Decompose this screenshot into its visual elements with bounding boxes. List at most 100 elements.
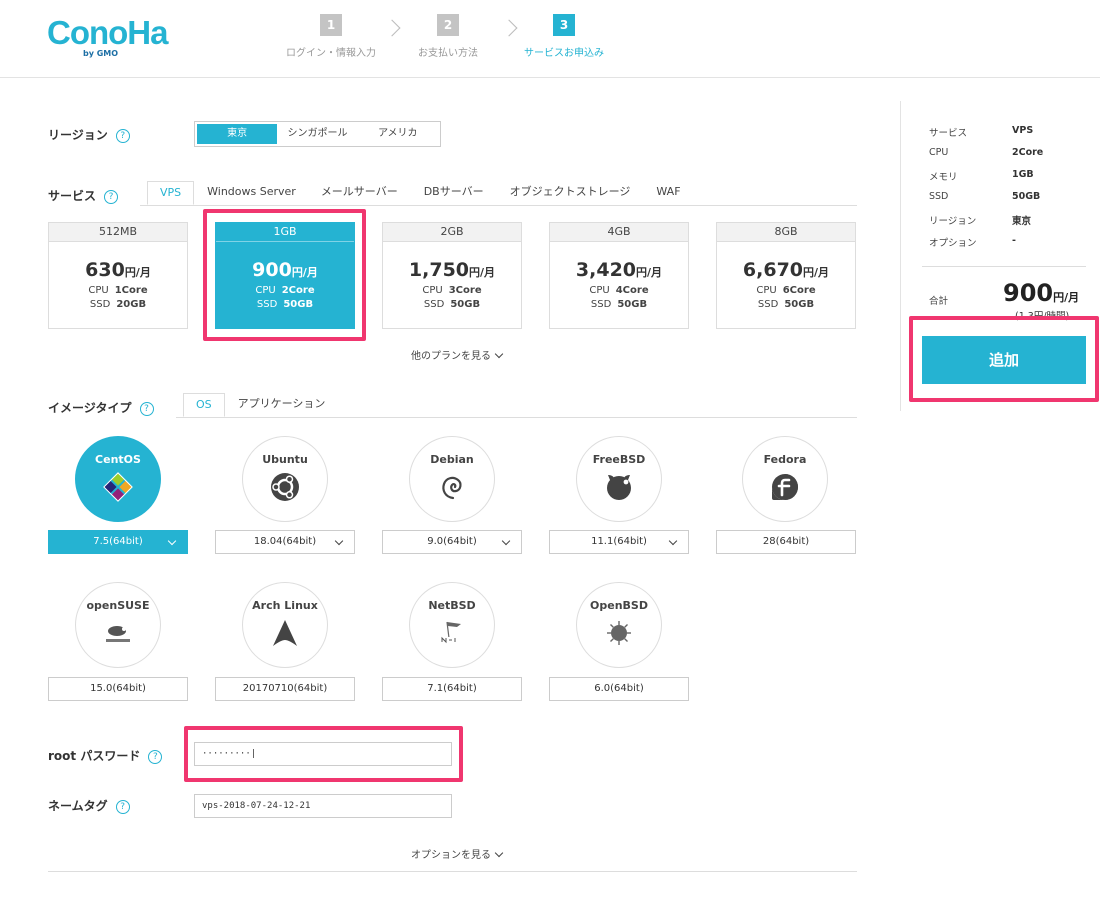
os-freebsd[interactable]: FreeBSD: [576, 436, 662, 522]
image-type-label-text: イメージタイプ: [48, 401, 132, 415]
os-version-opensuse: 15.0(64bit): [48, 677, 188, 701]
conoha-logo[interactable]: ConoHa by GMO: [47, 14, 168, 59]
os-version-openbsd: 6.0(64bit): [549, 677, 689, 701]
divider: [48, 871, 857, 872]
tab-application[interactable]: アプリケーション: [225, 393, 339, 417]
os-version-archlinux: 20170710(64bit): [215, 677, 355, 701]
chevron-right-icon: [383, 19, 401, 37]
name-tag-label: ネームタグ?: [48, 797, 130, 814]
os-version-netbsd: 7.1(64bit): [382, 677, 522, 701]
chevron-down-icon: [334, 536, 344, 546]
help-icon[interactable]: ?: [148, 749, 163, 764]
help-icon[interactable]: ?: [115, 799, 130, 814]
os-name: NetBSD: [428, 599, 476, 612]
help-icon[interactable]: ?: [115, 128, 130, 143]
plan-name: 2GB: [383, 223, 521, 242]
logo-text: ConoHa: [47, 14, 168, 51]
summary-value: -: [1012, 235, 1016, 246]
tab-vps[interactable]: VPS: [147, 181, 195, 205]
tab-os[interactable]: OS: [183, 393, 225, 417]
tab-object-storage[interactable]: オブジェクトストレージ: [497, 181, 644, 205]
centos-icon: [103, 472, 133, 502]
service-label: サービス?: [48, 187, 119, 204]
region-singapore[interactable]: シンガポール: [277, 124, 357, 144]
plan-ssd: SSD 20GB: [89, 299, 147, 310]
plan-ssd: SSD 50GB: [423, 299, 481, 310]
plan-price: 6,670円/月: [742, 259, 830, 281]
plan-price: 900円/月: [252, 259, 318, 281]
fedora-icon: [772, 474, 798, 500]
total-price: 900円/月: [1003, 279, 1080, 307]
plan-cpu: CPU 3Core: [422, 285, 482, 296]
summary-row-memory: メモリ 1GB: [929, 169, 1079, 183]
opensuse-icon: [106, 626, 130, 642]
plan-name: 1GB: [216, 223, 354, 242]
image-type-tabs: OS アプリケーション: [176, 393, 857, 418]
root-password-label: root パスワード?: [48, 747, 163, 764]
os-fedora[interactable]: Fedora: [742, 436, 828, 522]
os-name: FreeBSD: [592, 453, 646, 466]
more-options-link[interactable]: オプションを見る: [411, 846, 504, 861]
summary-row-service: サービス VPS: [929, 125, 1079, 139]
os-version-value: 9.0(64bit): [427, 536, 477, 547]
region-tokyo[interactable]: 東京: [197, 124, 278, 144]
summary-key: CPU: [929, 147, 949, 158]
root-password-input[interactable]: ·········|: [194, 742, 452, 766]
plan-card-2gb[interactable]: 2GB 1,750円/月 CPU 3Core SSD 50GB: [382, 222, 522, 329]
os-openbsd[interactable]: OpenBSD: [576, 582, 662, 668]
plan-card-512mb[interactable]: 512MB 630円/月 CPU 1Core SSD 20GB: [48, 222, 188, 329]
service-tabs: VPS Windows Server メールサーバー DBサーバー オブジェクト…: [140, 181, 857, 206]
os-version-value: 11.1(64bit): [591, 536, 647, 547]
plan-name: 8GB: [717, 223, 855, 242]
os-archlinux[interactable]: Arch Linux: [242, 582, 328, 668]
plan-ssd: SSD 50GB: [757, 299, 815, 310]
plan-ssd: SSD 50GB: [256, 299, 314, 310]
summary-key: メモリ: [929, 172, 958, 183]
service-label-text: サービス: [48, 189, 97, 203]
region-america[interactable]: アメリカ: [358, 124, 438, 144]
os-debian[interactable]: Debian: [409, 436, 495, 522]
tab-windows-server[interactable]: Windows Server: [194, 181, 308, 205]
plan-name: 512MB: [49, 223, 187, 242]
name-tag-input[interactable]: vps-2018-07-24-12-21: [194, 794, 452, 818]
os-version-value: 6.0(64bit): [594, 683, 644, 694]
logo-sub: by GMO: [83, 49, 119, 58]
os-version-select-ubuntu[interactable]: 18.04(64bit): [215, 530, 355, 554]
os-version-select-freebsd[interactable]: 11.1(64bit): [549, 530, 689, 554]
os-ubuntu[interactable]: Ubuntu: [242, 436, 328, 522]
os-version-select-debian[interactable]: 9.0(64bit): [382, 530, 522, 554]
plan-card-1gb[interactable]: 1GB 900円/月 CPU 2Core SSD 50GB: [215, 222, 355, 329]
plan-price: 1,750円/月: [408, 259, 496, 281]
os-centos[interactable]: CentOS: [75, 436, 161, 522]
os-name: openSUSE: [86, 599, 150, 612]
os-version-value: 7.5(64bit): [93, 536, 143, 547]
os-version-select-centos[interactable]: 7.5(64bit): [48, 530, 188, 554]
add-button[interactable]: 追加: [922, 336, 1086, 384]
os-name: Arch Linux: [252, 599, 318, 612]
step-label: お支払い方法: [418, 48, 478, 59]
summary-value: 2Core: [1012, 147, 1044, 158]
os-version-fedora: 28(64bit): [716, 530, 856, 554]
summary-key: SSD: [929, 191, 949, 202]
summary-key: オプション: [929, 238, 977, 249]
plan-card-8gb[interactable]: 8GB 6,670円/月 CPU 6Core SSD 50GB: [716, 222, 856, 329]
tab-mail-server[interactable]: メールサーバー: [308, 181, 411, 205]
plan-card-4gb[interactable]: 4GB 3,420円/月 CPU 4Core SSD 50GB: [549, 222, 689, 329]
tab-waf[interactable]: WAF: [643, 181, 693, 205]
os-name: Debian: [430, 453, 474, 466]
name-tag-label-text: ネームタグ: [48, 799, 108, 813]
tab-db-server[interactable]: DBサーバー: [411, 181, 497, 205]
help-icon[interactable]: ?: [139, 401, 154, 416]
step-3: 3 サービスお申込み: [513, 14, 615, 59]
os-netbsd[interactable]: NetBSD: [409, 582, 495, 668]
more-plans-link[interactable]: 他のプランを見る: [411, 347, 504, 362]
plan-price: 3,420円/月: [575, 259, 663, 281]
step-number: 1: [320, 14, 342, 36]
plan-cpu: CPU 1Core: [88, 285, 148, 296]
plan-name: 4GB: [550, 223, 688, 242]
os-opensuse[interactable]: openSUSE: [75, 582, 161, 668]
help-icon[interactable]: ?: [104, 189, 119, 204]
total-label: 合計: [929, 296, 949, 307]
step-number: 3: [553, 14, 575, 36]
netbsd-icon: [441, 621, 463, 644]
